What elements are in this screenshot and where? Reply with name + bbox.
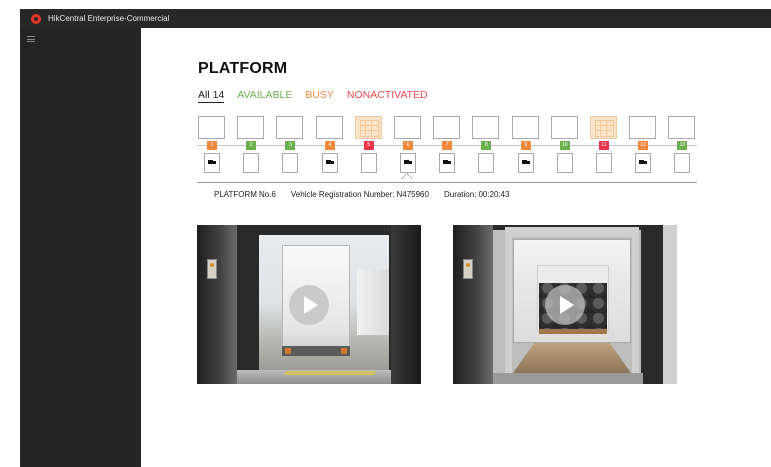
platform-door-grid-icon	[354, 116, 382, 139]
platform-slot-11[interactable]: 11	[589, 116, 618, 178]
platform-bay	[282, 153, 299, 173]
vehicle-registration-label: Vehicle Registration Number:	[290, 190, 395, 199]
play-icon[interactable]	[545, 284, 585, 325]
platform-details: PLATFORM No.6 Vehicle Registration Numbe…	[214, 190, 525, 199]
dock-camera-cargo-video[interactable]	[453, 225, 677, 384]
platform-door	[394, 116, 421, 139]
platform-door	[237, 116, 265, 139]
status-filter-tabs: All 14 AVAILABLE BUSY NONACTIVATED	[198, 89, 441, 103]
duration-value: 00:20:43	[478, 190, 510, 199]
platform-number-badge: 12	[638, 141, 649, 150]
platform-bay	[674, 153, 691, 173]
platform-door	[276, 116, 304, 139]
platform-strip: 1 2 3 4 5 6 7 8 9 10 11 12 13	[197, 116, 697, 179]
platform-bay	[596, 153, 612, 173]
filter-all[interactable]: All 14	[198, 89, 225, 103]
duration-label: Duration:	[443, 190, 477, 199]
platform-bay	[321, 153, 338, 173]
platform-number-badge: 7	[442, 141, 453, 150]
filter-busy[interactable]: BUSY	[305, 89, 334, 103]
platform-door	[668, 116, 696, 139]
platform-number-badge: 8	[481, 141, 492, 150]
platform-slot-5[interactable]: 5	[354, 116, 383, 178]
platform-slot-1[interactable]: 1	[197, 116, 226, 178]
platform-number-badge: 9	[520, 141, 531, 150]
platform-bay	[360, 153, 377, 173]
platform-slot-10[interactable]: 10	[550, 116, 579, 178]
vehicle-registration-number: N475960	[396, 190, 429, 199]
platform-door	[550, 116, 578, 139]
platform-door-grid-icon	[590, 116, 617, 139]
platform-slot-2[interactable]: 2	[236, 116, 265, 178]
details-divider	[197, 182, 697, 183]
truck-icon	[639, 160, 648, 166]
platform-door	[198, 116, 225, 139]
platform-slot-9[interactable]: 9	[511, 116, 540, 178]
platform-number-badge: 3	[285, 141, 296, 150]
app-title: HikCentral Enterprise-Commercial	[48, 14, 170, 23]
platform-door	[629, 116, 657, 139]
platform-slot-7[interactable]: 7	[432, 116, 461, 178]
platform-number-badge: 5	[363, 141, 374, 150]
platform-number-badge: 2	[246, 141, 257, 150]
platform-bay	[517, 153, 534, 173]
filter-available[interactable]: AVAILABLE	[237, 89, 292, 103]
platform-door	[433, 116, 461, 139]
platform-door	[511, 116, 539, 139]
platform-slot-12[interactable]: 12	[628, 116, 657, 178]
platform-bay	[478, 153, 495, 173]
title-bar: HikCentral Enterprise-Commercial	[20, 9, 771, 28]
platform-number-badge: 4	[324, 141, 335, 150]
sidebar	[20, 28, 141, 467]
platform-slot-13[interactable]: 13	[667, 116, 696, 178]
hikcentral-logo-icon	[31, 13, 41, 24]
filter-nonactivated[interactable]: NONACTIVATED	[347, 89, 428, 103]
platform-slot-4[interactable]: 4	[315, 116, 344, 178]
platform-label: PLATFORM	[214, 190, 257, 199]
platform-number-badge: 10	[559, 141, 570, 150]
platform-number-badge: 13	[677, 141, 688, 150]
truck-icon	[325, 160, 334, 166]
menu-icon[interactable]	[27, 36, 35, 42]
platform-number-badge: 1	[207, 141, 217, 150]
platform-slot-6[interactable]: 6	[393, 116, 422, 179]
platform-bay	[204, 153, 220, 173]
platform-number-badge: 6	[403, 141, 413, 150]
platform-slot-3[interactable]: 3	[275, 116, 304, 178]
platform-bay	[400, 153, 416, 173]
truck-icon	[443, 160, 452, 166]
platform-door	[472, 116, 500, 139]
selected-platform-pointer	[401, 173, 413, 179]
platform-door	[315, 116, 343, 139]
platform-slot-8[interactable]: 8	[471, 116, 500, 178]
truck-icon	[521, 160, 530, 166]
dock-camera-truck-video[interactable]	[197, 225, 421, 384]
platform-number: No.6	[258, 190, 276, 199]
play-icon[interactable]	[289, 284, 329, 325]
platform-bay	[439, 153, 456, 173]
platform-number-badge: 11	[599, 141, 609, 150]
platform-bay	[243, 153, 260, 173]
truck-icon	[404, 160, 412, 166]
platform-bay	[556, 153, 573, 173]
page-title: PLATFORM	[198, 60, 288, 77]
platform-bay	[635, 153, 652, 173]
truck-icon	[208, 160, 216, 166]
